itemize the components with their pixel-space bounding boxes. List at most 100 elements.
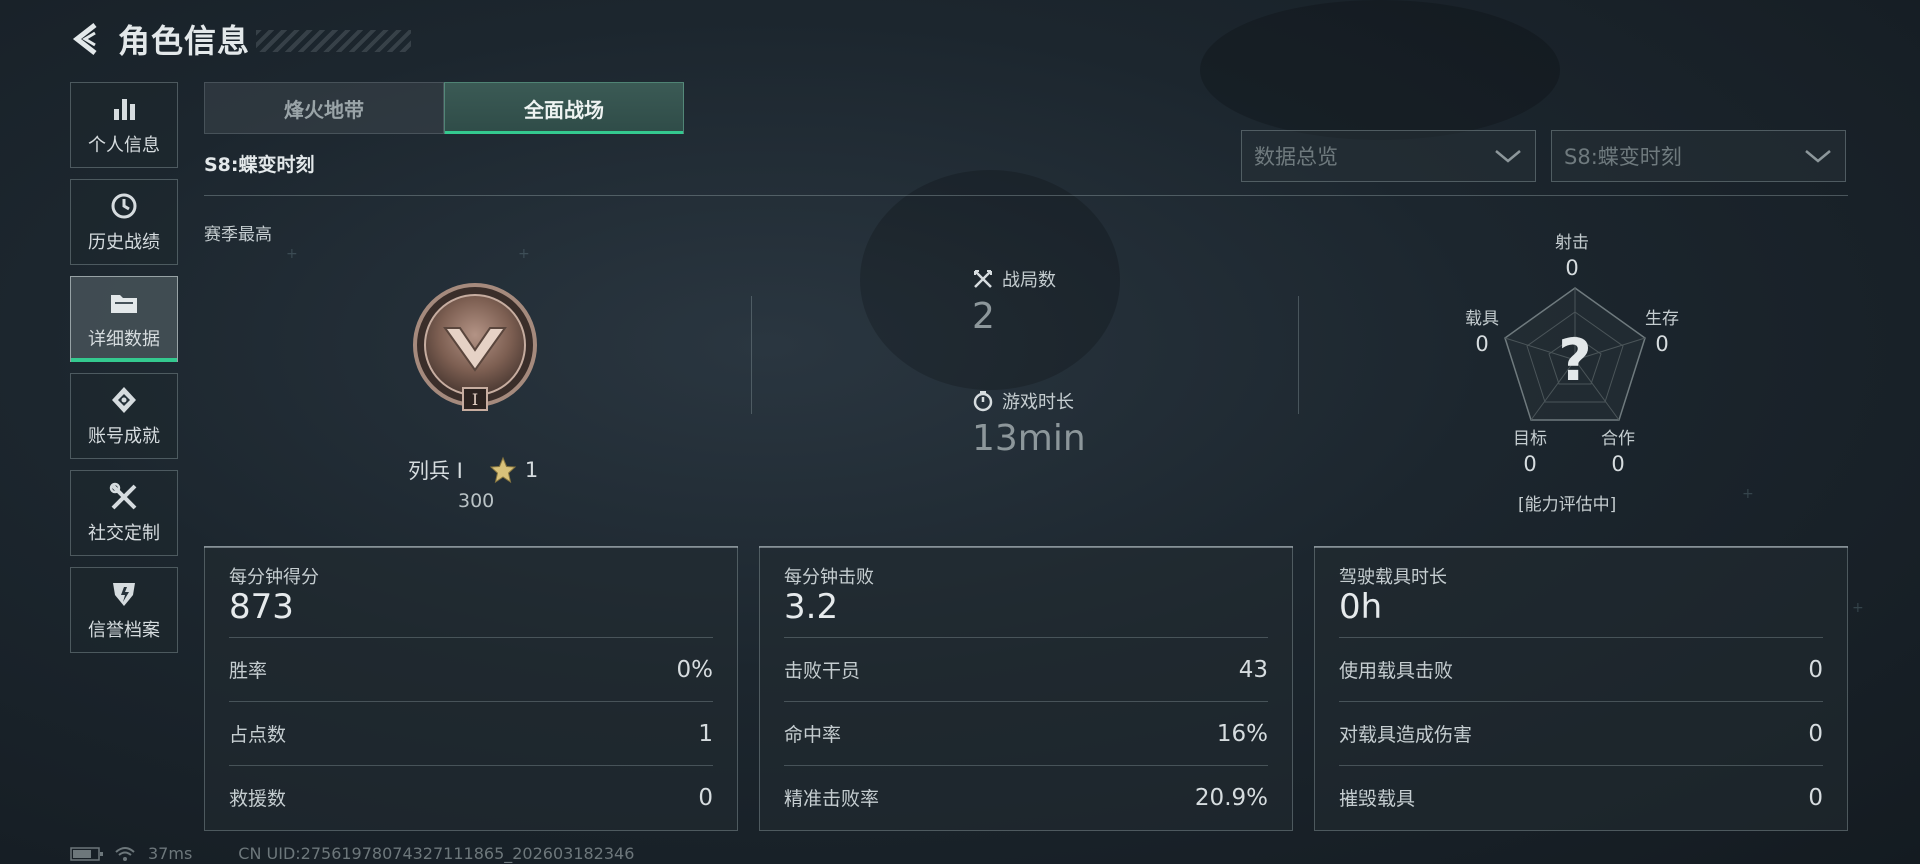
chevron-down-icon [1805,150,1831,163]
sidebar-item-social[interactable]: 社交定制 [70,470,178,556]
card-head-label: 每分钟得分 [229,567,319,588]
radar-status: [能力评估中] [1518,495,1617,515]
mode-tabs: 烽火地带 全面战场 [204,82,684,134]
sidebar-item-label: 账号成就 [88,426,160,447]
sidebar: 个人信息 历史战绩 详细数据 账号成就 社交定制 信誉档案 [70,82,178,664]
status-footer: 37ms CN UID:27561978074327111865_2026031… [70,844,634,863]
chevron-down-icon [1495,150,1521,163]
header: 角色信息 [66,16,412,62]
sidebar-item-achievements[interactable]: 账号成就 [70,373,178,459]
season-title: S8:蝶变时刻 [204,154,315,176]
radar-label-vehicle: 载具 [1465,309,1499,329]
card-head-value: 873 [229,587,294,627]
matches-label: 战局数 [1002,270,1056,291]
achievement-icon [108,384,140,416]
stat-row: 占点数 1 [229,701,713,765]
back-button[interactable] [66,16,106,62]
crossed-swords-icon [974,270,992,288]
shield-icon [108,578,140,610]
background-crosshair: + [1742,486,1754,502]
stat-value: 0 [1808,656,1823,683]
back-arrow-icon [72,23,97,55]
card-head-label: 驾驶载具时长 [1339,567,1447,588]
folder-icon [108,287,140,319]
ping-value: 37ms [148,844,193,863]
sidebar-item-label: 信誉档案 [88,620,160,641]
card-head-value: 3.2 [784,587,839,627]
stat-value: 0 [698,784,713,811]
kills-card: 每分钟击败 3.2 击败干员 43 命中率 16% 精准击败率 20.9% [759,546,1293,831]
section-divider [751,296,752,414]
sidebar-item-personal-info[interactable]: 个人信息 [70,82,178,168]
rank-points: 300 [458,490,495,512]
sidebar-item-detailed-data[interactable]: 详细数据 [70,276,178,362]
score-card: 每分钟得分 873 胜率 0% 占点数 1 救援数 0 [204,546,738,831]
radar-value-objective: 0 [1523,452,1537,476]
radar-label-survival: 生存 [1645,309,1679,329]
radar-value-shooting: 0 [1565,256,1579,280]
stat-label: 救援数 [229,788,287,810]
stat-row: 摧毁载具 0 [1339,765,1823,829]
stat-label: 命中率 [784,724,842,746]
stat-label: 胜率 [229,660,268,682]
stat-label: 击败干员 [784,660,861,682]
radar-value-survival: 0 [1655,332,1669,356]
star-icon [489,456,517,484]
stat-value: 1 [698,720,713,747]
rank-medal-icon: I [413,283,537,411]
background-crosshair: + [286,246,298,262]
radar-value-vehicle: 0 [1475,332,1489,356]
stat-row: 击败干员 43 [784,637,1268,701]
stat-row: 救援数 0 [229,765,713,829]
stat-value: 16% [1216,720,1268,747]
stat-row: 胜率 0% [229,637,713,701]
battery-icon [70,846,103,861]
header-divider [204,195,1848,196]
sidebar-item-label: 详细数据 [88,329,160,350]
rank-name: 列兵 I [408,459,463,483]
rank-badge-numeral: I [472,390,478,409]
playtime-value: 13min [972,418,1086,459]
radar-label-cooperation: 合作 [1601,429,1635,449]
radar-label-objective: 目标 [1513,429,1547,449]
background-crosshair: + [518,246,530,262]
stat-row: 命中率 16% [784,701,1268,765]
ability-radar-chart: ? [1504,287,1646,421]
rank-badge: I [390,270,560,424]
matches-value: 2 [972,296,995,337]
season-dropdown[interactable]: S8:蝶变时刻 [1551,130,1846,182]
stat-row: 精准击败率 20.9% [784,765,1268,829]
rank-stars: 1 [524,458,539,482]
bar-chart-icon [108,93,140,125]
stat-value: 0 [1808,720,1823,747]
rank-row: 列兵 I 1 [408,455,538,485]
card-head-value: 0h [1339,587,1383,627]
stat-value: 0 [1808,784,1823,811]
background-crosshair: + [1852,600,1864,616]
history-icon [108,190,140,222]
category-dropdown[interactable]: 数据总览 [1241,130,1536,182]
stat-value: 20.9% [1194,784,1268,811]
stat-label: 精准击败率 [784,788,880,810]
title-decoration [256,30,412,52]
sidebar-item-label: 历史战绩 [88,232,160,253]
sidebar-item-credit[interactable]: 信誉档案 [70,567,178,653]
tab-fenghuo[interactable]: 烽火地带 [204,82,444,134]
tools-icon [108,481,140,513]
sidebar-item-label: 个人信息 [88,135,160,156]
section-divider [1298,296,1299,414]
playtime-stat: 游戏时长 13min [972,388,1086,459]
radar-label-shooting: 射击 [1555,233,1589,253]
sidebar-item-history[interactable]: 历史战绩 [70,179,178,265]
sidebar-item-label: 社交定制 [88,523,160,544]
page-title: 角色信息 [118,22,251,60]
stat-label: 对载具造成伤害 [1339,724,1473,746]
tab-full-battlefield[interactable]: 全面战场 [444,82,684,134]
radar-value-cooperation: 0 [1611,452,1625,476]
dropdown-value: 数据总览 [1254,145,1338,169]
stat-row: 对载具造成伤害 0 [1339,701,1823,765]
background-shape [1200,0,1560,140]
vehicle-card: 驾驶载具时长 0h 使用载具击败 0 对载具造成伤害 0 摧毁载具 0 [1314,546,1848,831]
stat-row: 使用载具击败 0 [1339,637,1823,701]
stat-label: 摧毁载具 [1339,788,1416,810]
